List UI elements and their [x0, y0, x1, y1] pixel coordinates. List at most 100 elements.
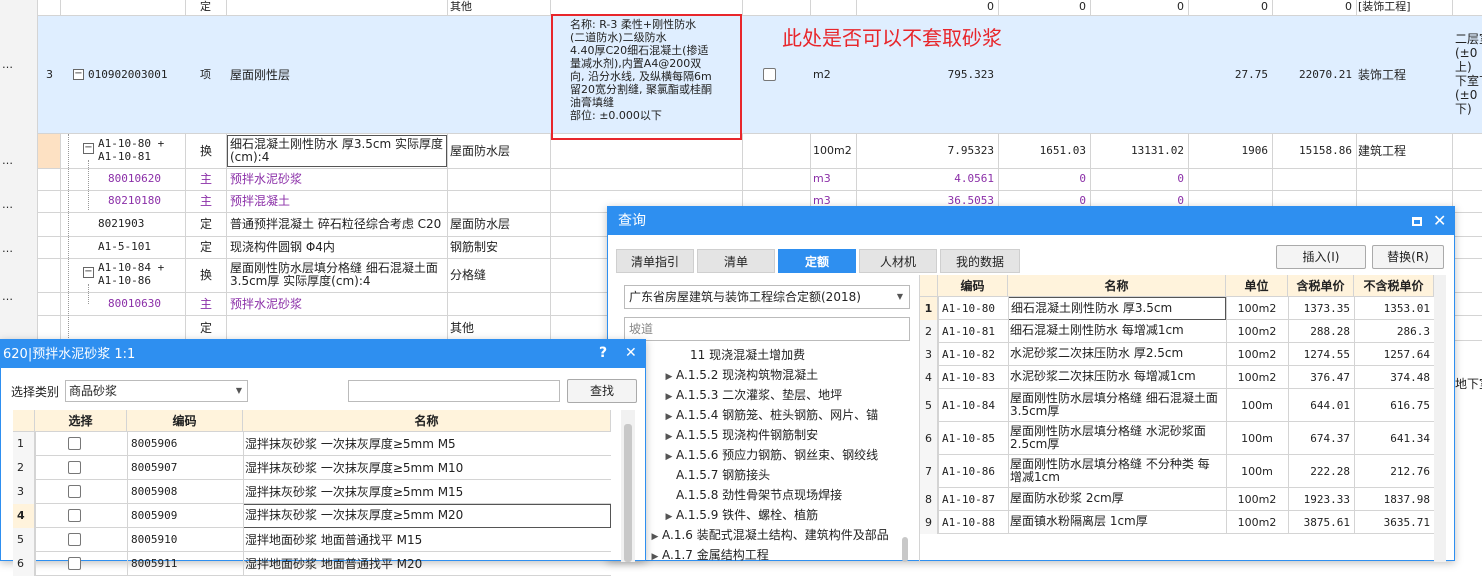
quota-select[interactable]: 广东省房屋建筑与装饰工程综合定额(2018) ▼ — [624, 285, 910, 309]
col-divider — [35, 504, 36, 528]
tab-3[interactable]: 人材机 — [859, 249, 937, 273]
table-header-1[interactable]: 名称 — [1008, 275, 1226, 297]
select-checkbox[interactable] — [68, 509, 81, 522]
table-scrollbar[interactable] — [1434, 275, 1446, 562]
tree-node[interactable]: ▶ A.1.5.6 预应力钢筋、钢丝束、钢绞线 — [648, 445, 879, 467]
tree-node[interactable]: ▶ A.1.5.2 现浇构筑物混凝土 — [648, 365, 819, 387]
table-header-3[interactable]: 含税单价 — [1288, 275, 1354, 297]
select-checkbox[interactable] — [68, 461, 81, 474]
tree-node[interactable]: ▶ A.1.7 金属结构工程 — [648, 545, 769, 562]
row3-extra-line: 下) — [1455, 102, 1472, 116]
material-search-input[interactable] — [348, 380, 560, 402]
close-icon[interactable]: ✕ — [1433, 211, 1446, 230]
quota-table-row[interactable]: 1 A1-10-80 细石混凝土刚性防水 厚3.5cm 100m2 1373.35 135… — [920, 297, 1434, 320]
tree-node[interactable]: ▶ A.1.6 装配式混凝土结构、建筑构件及部品 — [648, 525, 889, 545]
quota-table-row[interactable]: 8 A1-10-87 屋面防水砂浆 2cm厚 100m2 1923.33 1837.98 — [920, 488, 1434, 511]
select-checkbox[interactable] — [68, 557, 81, 570]
material-code: 8005910 — [131, 533, 178, 546]
expand-arrow-icon[interactable]: ▶ — [662, 507, 676, 527]
row-selected-marker — [38, 134, 60, 168]
insert-button[interactable]: 插入(I) — [1276, 245, 1366, 269]
material-header-0[interactable]: 选择 — [35, 410, 127, 432]
tab-2[interactable]: 定额 — [778, 249, 856, 273]
quota-name: 水泥砂浆二次抹压防水 每增减1cm — [1008, 366, 1226, 389]
row-collapse-toggle[interactable]: − — [83, 143, 94, 154]
quota-name-line: 3.5cm厚 — [1010, 405, 1060, 418]
tree-node-label: A.1.5.2 现浇构筑物混凝土 — [676, 368, 819, 382]
col-divider — [938, 488, 939, 511]
row3-name: 屋面刚性层 — [230, 68, 291, 82]
quota-table-row[interactable]: 5 A1-10-84 屋面刚性防水层填分格缝 细石混凝土面 3.5cm厚 100m 644… — [920, 389, 1434, 422]
material-header-1[interactable]: 编码 — [127, 410, 243, 432]
annotation-text: 此处是否可以不套取砂浆 — [782, 26, 1002, 50]
tab-0[interactable]: 清单指引 — [616, 249, 694, 273]
quota-table-row[interactable]: 9 A1-10-88 屋面镇水粉隔离层 1cm厚 100m2 3875.61 3635.7… — [920, 511, 1434, 534]
row0-v3: 0 — [1177, 0, 1184, 13]
category-select[interactable]: 商品砂浆 ▼ — [65, 380, 248, 402]
tree-node[interactable]: ▶ A.1.5.4 钢筋笼、桩头钢筋、网片、锚 — [648, 405, 879, 427]
quota-table-row[interactable]: 2 A1-10-81 细石混凝土刚性防水 每增减1cm 100m2 288.28 286.… — [920, 320, 1434, 343]
help-icon[interactable]: ? — [599, 345, 607, 361]
material-table-row[interactable]: 4 8005909 湿拌抹灰砂浆 一次抹灰厚度≥5mm M20 — [13, 504, 611, 528]
material-dialog-titlebar: 620|预拌水泥砂浆 1:1 — [1, 340, 645, 368]
table-header-0[interactable]: 编码 — [938, 275, 1008, 297]
query-dialog-titlebar: 查询 — [608, 207, 1454, 235]
expand-arrow-icon[interactable]: ▶ — [648, 527, 662, 547]
tree-node[interactable]: ▶ A.1.5.9 铁件、螺栓、植筋 — [648, 505, 819, 527]
select-checkbox[interactable] — [68, 533, 81, 546]
tree-node[interactable]: A.1.5.7 钢筋接头 — [648, 465, 770, 485]
maximize-icon[interactable] — [1412, 217, 1422, 226]
tree-scrollbar[interactable] — [902, 537, 908, 562]
quota-name: 屋面镇水粉隔离层 1cm厚 — [1008, 511, 1226, 534]
quota-unit: 100m — [1241, 398, 1273, 412]
select-checkbox[interactable] — [68, 437, 81, 450]
row0-type: 定 — [200, 0, 211, 13]
expand-arrow-icon[interactable]: ▶ — [662, 367, 676, 387]
row-qty: 7.95323 — [947, 144, 994, 157]
expand-arrow-icon[interactable]: ▶ — [662, 407, 676, 427]
quota-table-row[interactable]: 7 A1-10-86 屋面刚性防水层填分格缝 不分种类 每增减1cm 100m 222.… — [920, 455, 1434, 488]
select-checkbox[interactable] — [68, 485, 81, 498]
tree-node[interactable]: ▶ A.1.5.5 现浇构件钢筋制安 — [648, 425, 819, 447]
col-divider — [243, 528, 244, 552]
tree-node[interactable]: ▶ A.1.5.3 二次灌浆、垫层、地坪 — [648, 385, 843, 407]
row-name: 普通预拌混凝土 碎石粒径综合考虑 C20 — [230, 217, 442, 231]
expand-arrow-icon[interactable]: ▶ — [648, 547, 662, 562]
material-table-row[interactable]: 6 8005911 湿拌地面砂浆 地面普通找平 M20 — [13, 552, 611, 576]
tree-node[interactable]: A.1.5.8 劲性骨架节点现场焊接 — [648, 485, 842, 505]
row-collapse-toggle[interactable]: − — [83, 267, 94, 278]
quota-table-row[interactable]: 4 A1-10-83 水泥砂浆二次抹压防水 每增减1cm 100m2 376.47 374… — [920, 366, 1434, 389]
row3-checkbox[interactable] — [763, 68, 776, 81]
close-icon[interactable]: ✕ — [625, 345, 637, 361]
tree-node-label: A.1.7 金属结构工程 — [662, 548, 769, 562]
material-table-row[interactable]: 1 8005906 湿拌抹灰砂浆 一次抹灰厚度≥5mm M5 — [13, 432, 611, 456]
row3-collapse-toggle[interactable]: − — [73, 69, 84, 80]
material-name: 湿拌抹灰砂浆 一次抹灰厚度≥5mm M15 — [245, 485, 464, 499]
material-name: 湿拌地面砂浆 地面普通找平 M15 — [245, 533, 423, 547]
row-feature: 屋面防水层 — [450, 144, 511, 158]
find-button[interactable]: 查找 — [567, 379, 637, 403]
material-table-row[interactable]: 3 8005908 湿拌抹灰砂浆 一次抹灰厚度≥5mm M15 — [13, 480, 611, 504]
material-header-2[interactable]: 名称 — [243, 410, 611, 432]
tree-node-label: A.1.5.3 二次灌浆、垫层、地坪 — [676, 388, 843, 402]
tab-4[interactable]: 我的数据 — [940, 249, 1020, 273]
tab-1[interactable]: 清单 — [697, 249, 775, 273]
expand-arrow-icon[interactable]: ▶ — [662, 387, 676, 407]
quota-table-row[interactable]: 6 A1-10-85 屋面刚性防水层填分格缝 水泥砂浆面 2.5cm厚 100m 674.… — [920, 422, 1434, 455]
quota-table-row[interactable]: 3 A1-10-82 水泥砂浆二次抹压防水 厚2.5cm 100m2 1274.55 12… — [920, 343, 1434, 366]
quota-unit: 100m2 — [1237, 370, 1277, 384]
row-number: 5 — [920, 389, 938, 422]
table-header-2[interactable]: 单位 — [1226, 275, 1288, 297]
table-header-4[interactable]: 不含税单价 — [1354, 275, 1434, 297]
material-table-row[interactable]: 5 8005910 湿拌地面砂浆 地面普通找平 M15 — [13, 528, 611, 552]
row-number: 7 — [920, 455, 938, 488]
material-table-row[interactable]: 2 8005907 湿拌抹灰砂浆 一次抹灰厚度≥5mm M10 — [13, 456, 611, 480]
expand-arrow-icon[interactable]: ▶ — [662, 427, 676, 447]
expand-arrow-icon[interactable]: ▶ — [662, 447, 676, 467]
col-divider — [127, 480, 128, 504]
col-divider — [1008, 488, 1009, 511]
col-divider — [243, 504, 244, 528]
replace-button[interactable]: 替换(R) — [1372, 245, 1444, 269]
tree-node[interactable]: 11 现浇混凝土增加费 — [648, 345, 805, 365]
quota-search-input[interactable]: 坡道 — [624, 317, 910, 341]
